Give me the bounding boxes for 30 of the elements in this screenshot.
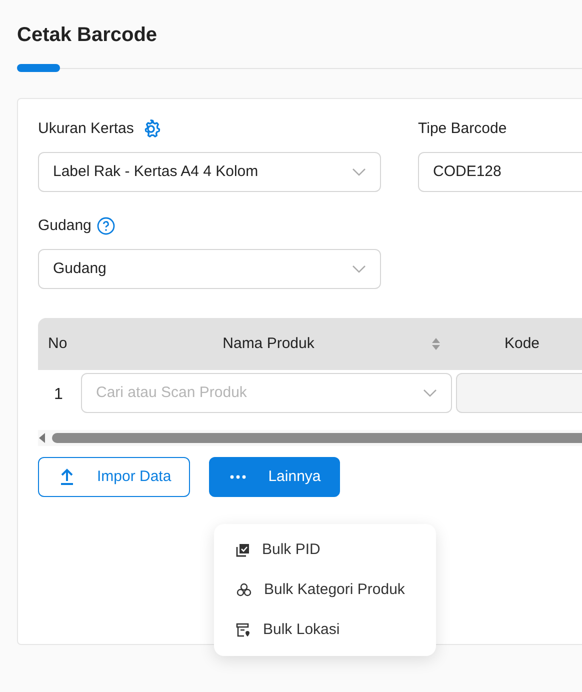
scroll-left-icon[interactable] xyxy=(38,432,46,444)
column-header: Nama Produk xyxy=(222,334,314,354)
chevron-down-icon xyxy=(423,388,437,398)
scrollbar[interactable] xyxy=(38,430,582,446)
page-title: Cetak Barcode xyxy=(17,23,158,48)
cubes-icon xyxy=(236,583,252,597)
more-button[interactable]: Lainnya xyxy=(209,457,340,497)
field-label: Tipe Barcode xyxy=(418,118,507,139)
upload-icon xyxy=(59,468,75,486)
checklist-icon xyxy=(236,543,250,557)
archive-pin-icon xyxy=(236,623,251,637)
chevron-down-icon xyxy=(352,167,366,177)
more-icon xyxy=(230,475,246,479)
menu-item[interactable]: Bulk Kategori Produk xyxy=(214,570,436,610)
tab-indicator xyxy=(17,64,60,72)
help-icon[interactable] xyxy=(97,217,116,235)
menu-item[interactable]: Bulk Lokasi xyxy=(214,610,436,650)
column-header: No xyxy=(48,334,68,354)
select-field[interactable]: Label Rak - Kertas A4 4 Kolom xyxy=(38,152,381,192)
chevron-down-icon xyxy=(352,264,366,274)
scrollbar-thumb[interactable] xyxy=(52,433,582,443)
menu-item[interactable]: Bulk PID xyxy=(214,530,436,570)
field-label: Gudang xyxy=(38,216,92,236)
select-field[interactable]: Gudang xyxy=(38,249,381,289)
import-button[interactable]: Impor Data xyxy=(38,457,190,497)
row-number: 1 xyxy=(53,385,64,405)
field-label: Ukuran Kertas xyxy=(38,118,134,139)
input-field[interactable]: CODE128 xyxy=(418,152,582,192)
column-header: Kode xyxy=(504,334,540,354)
sort-icon[interactable] xyxy=(431,337,441,351)
